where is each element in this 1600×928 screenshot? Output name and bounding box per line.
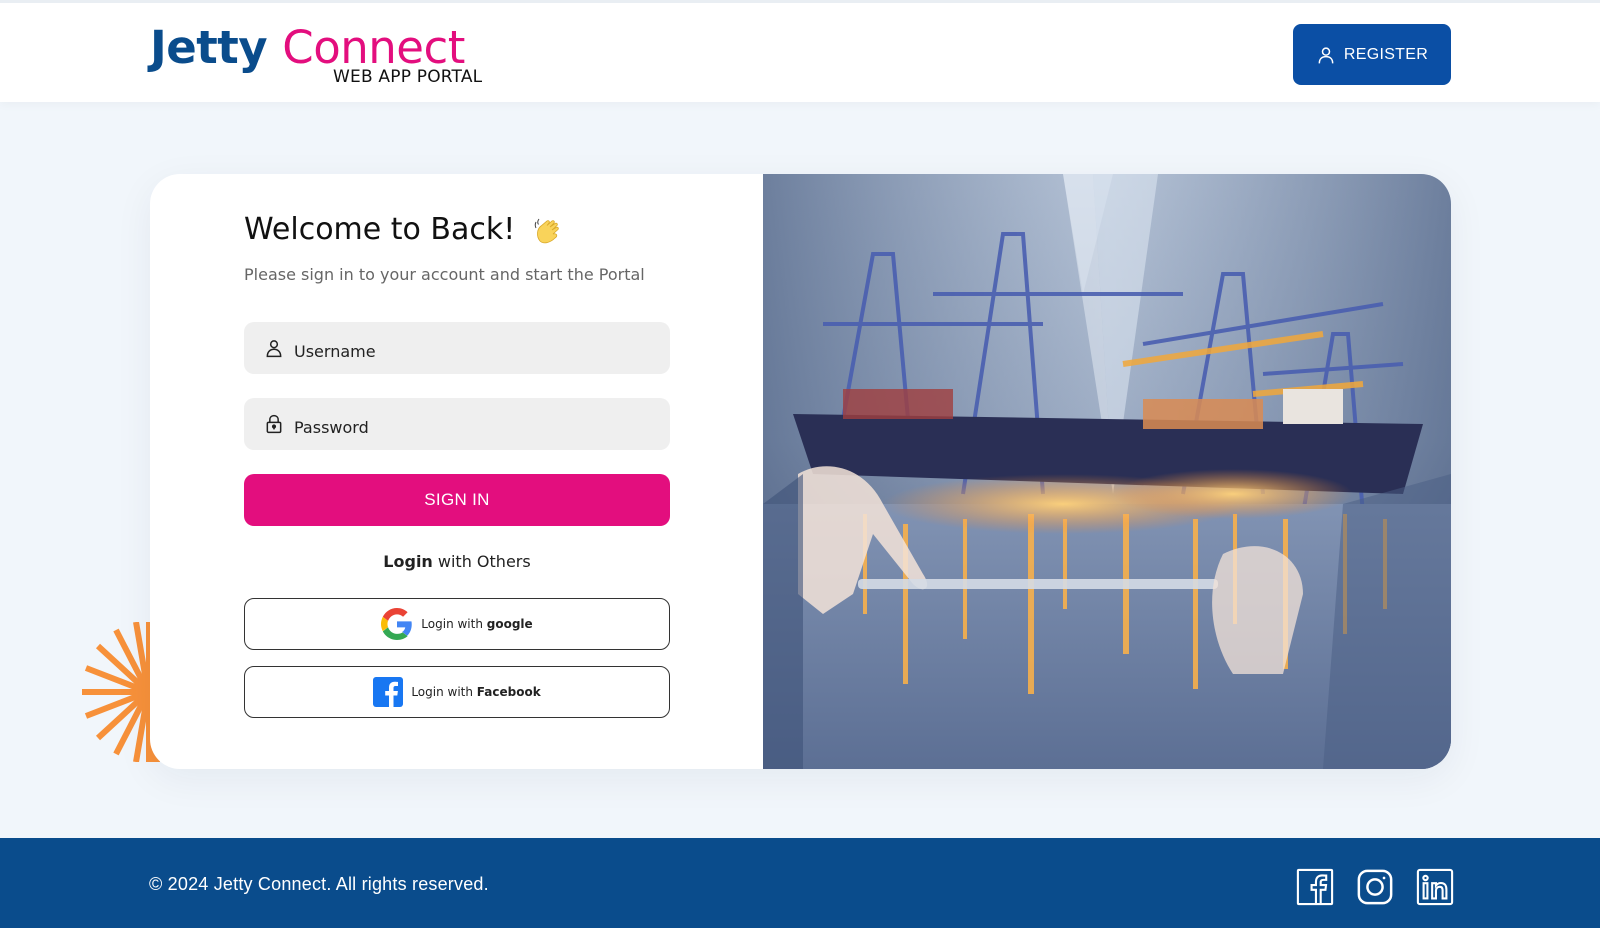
username-input[interactable] (294, 336, 654, 366)
register-label: REGISTER (1343, 45, 1429, 63)
login-form: Welcome to Back! Please sign in to your … (244, 174, 670, 769)
logo-subtitle: WEB APP PORTAL (333, 67, 483, 87)
facebook-login-button[interactable]: Login with Facebook (244, 666, 670, 718)
instagram-icon[interactable] (1356, 868, 1394, 906)
login-card: Welcome to Back! Please sign in to your … (150, 174, 1451, 769)
google-bold: google (486, 617, 533, 631)
google-prefix: Login with (421, 617, 487, 631)
google-login-button[interactable]: Login with google (244, 598, 670, 650)
copyright-text: © 2024 Jetty Connect. All rights reserve… (149, 874, 489, 894)
logo-word-jetty: Jetty (150, 21, 268, 74)
lock-icon (266, 414, 282, 434)
welcome-title: Welcome to Back! (244, 212, 516, 247)
others-bold: Login (383, 552, 433, 571)
top-header: Jetty Connect WEB APP PORTAL REGISTER (0, 0, 1600, 102)
user-icon (1318, 46, 1334, 63)
facebook-prefix: Login with (411, 685, 477, 699)
facebook-icon[interactable] (1296, 868, 1334, 906)
facebook-icon (373, 677, 404, 707)
username-field[interactable] (244, 322, 670, 374)
register-button[interactable]: REGISTER (1293, 24, 1451, 85)
footer-social-links (1296, 868, 1454, 906)
linkedin-icon[interactable] (1416, 868, 1454, 906)
waving-hand-icon (534, 218, 559, 243)
password-input[interactable] (294, 412, 654, 442)
welcome-heading: Welcome to Back! (244, 212, 565, 248)
facebook-bold: Facebook (476, 685, 541, 699)
signin-button[interactable]: SIGN IN (244, 474, 670, 526)
password-field[interactable] (244, 398, 670, 450)
user-icon (266, 340, 282, 358)
footer: © 2024 Jetty Connect. All rights reserve… (0, 838, 1600, 928)
brand-logo[interactable]: Jetty Connect WEB APP PORTAL (150, 21, 482, 87)
others-rest: with Others (432, 552, 531, 571)
port-businessman-photo (763, 174, 1451, 769)
login-with-others: Login with Others (244, 552, 670, 571)
google-icon (381, 608, 413, 640)
welcome-subtitle: Please sign in to your account and start… (244, 265, 645, 284)
decorative-burst-icon (82, 622, 160, 762)
